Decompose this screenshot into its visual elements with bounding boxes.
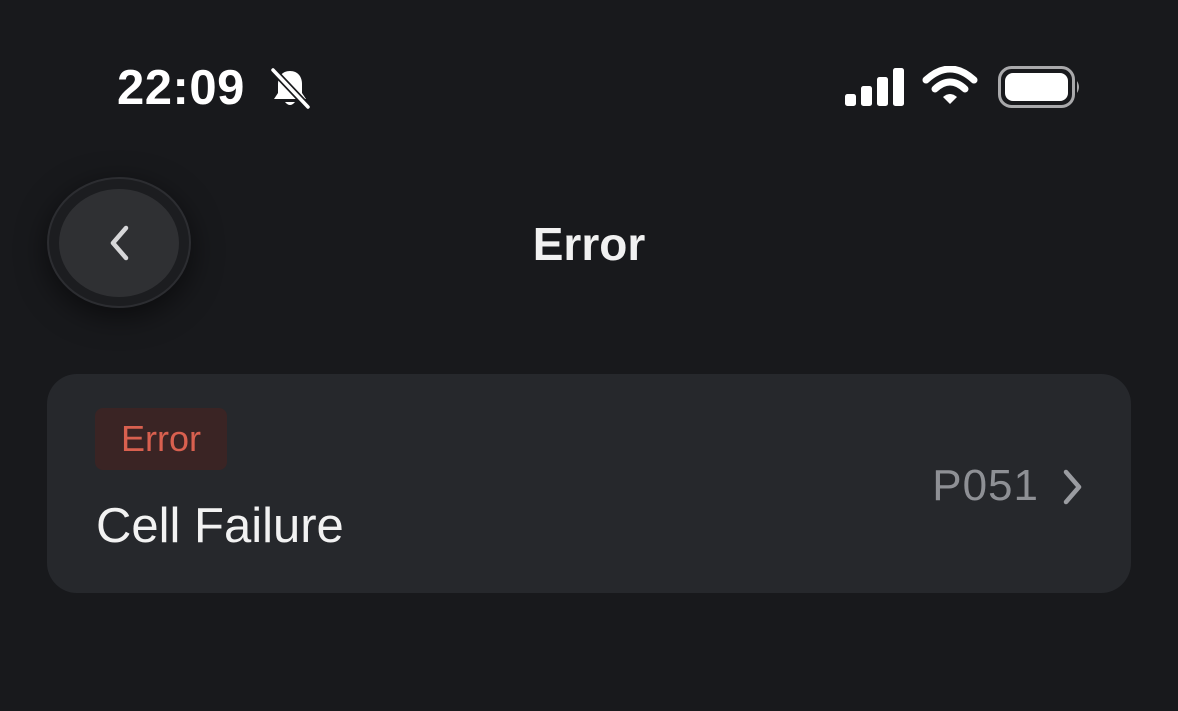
page-title: Error: [532, 218, 646, 270]
error-code: P051: [932, 461, 1039, 510]
wifi-icon: [922, 66, 978, 104]
error-severity-badge: Error: [95, 408, 227, 470]
error-list-item[interactable]: Error Cell Failure P051: [47, 374, 1131, 593]
battery-icon: [998, 66, 1079, 108]
chevron-right-icon: [1063, 469, 1082, 505]
screen: 22:09 Error Error Cell Failure P051: [0, 0, 1178, 711]
bell-slash-icon: [269, 66, 312, 110]
cellular-signal-icon: [845, 68, 904, 106]
status-time: 22:09: [117, 61, 245, 115]
error-name: Cell Failure: [96, 499, 344, 553]
